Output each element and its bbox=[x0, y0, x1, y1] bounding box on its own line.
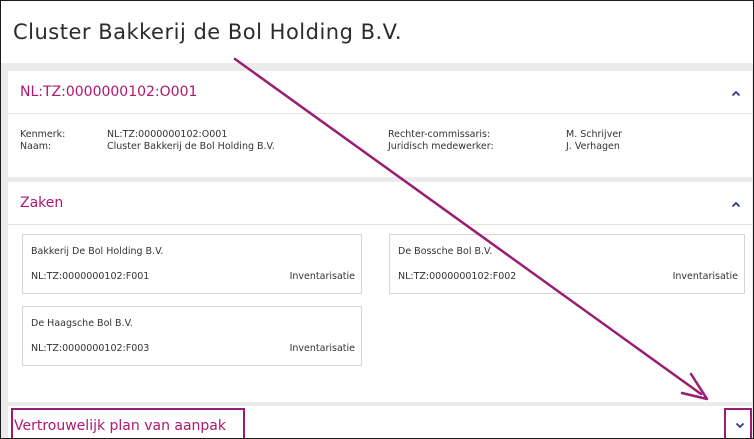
case-status: Inventarisatie bbox=[289, 343, 355, 354]
zaken-panel: Zaken Bakkerij De Bol Holding B.V. NL:TZ… bbox=[8, 182, 752, 402]
naam-value: Cluster Bakkerij de Bol Holding B.V. bbox=[107, 141, 275, 152]
page-title: Cluster Bakkerij de Bol Holding B.V. bbox=[13, 20, 403, 44]
juridisch-medewerker-value: J. Verhagen bbox=[566, 141, 620, 152]
rechter-commissaris-value: M. Schrijver bbox=[566, 129, 623, 140]
cluster-panel: NL:TZ:0000000102:O001 Kenmerk: NL:TZ:000… bbox=[8, 71, 752, 177]
kenmerk-value: NL:TZ:0000000102:O001 bbox=[107, 129, 228, 140]
case-card[interactable]: Bakkerij De Bol Holding B.V. NL:TZ:00000… bbox=[22, 234, 362, 294]
case-name: De Bossche Bol B.V. bbox=[398, 246, 493, 257]
case-card[interactable]: De Bossche Bol B.V. NL:TZ:0000000102:F00… bbox=[389, 234, 745, 294]
app-frame: Cluster Bakkerij de Bol Holding B.V. NL:… bbox=[0, 0, 754, 439]
title-bar: Cluster Bakkerij de Bol Holding B.V. bbox=[1, 1, 753, 63]
case-number: NL:TZ:0000000102:F001 bbox=[31, 271, 150, 282]
chevron-up-icon[interactable] bbox=[728, 196, 744, 212]
chevron-up-icon[interactable] bbox=[728, 85, 744, 101]
kenmerk-label: Kenmerk: bbox=[20, 129, 66, 140]
plan-title-highlight bbox=[11, 408, 245, 438]
case-card[interactable]: De Haagsche Bol B.V. NL:TZ:0000000102:F0… bbox=[22, 306, 362, 366]
case-name: Bakkerij De Bol Holding B.V. bbox=[31, 246, 164, 257]
case-name: De Haagsche Bol B.V. bbox=[31, 318, 133, 329]
juridisch-medewerker-label: Juridisch medewerker: bbox=[388, 141, 494, 152]
rechter-commissaris-label: Rechter-commissaris: bbox=[388, 129, 491, 140]
cluster-panel-title: NL:TZ:0000000102:O001 bbox=[20, 84, 198, 100]
expand-toggle-highlight bbox=[724, 408, 752, 438]
zaken-panel-header[interactable]: Zaken bbox=[8, 182, 752, 225]
case-number: NL:TZ:0000000102:F003 bbox=[31, 343, 150, 354]
naam-label: Naam: bbox=[20, 141, 52, 152]
case-status: Inventarisatie bbox=[289, 271, 355, 282]
case-number: NL:TZ:0000000102:F002 bbox=[398, 271, 517, 282]
zaken-panel-title: Zaken bbox=[20, 195, 64, 211]
case-status: Inventarisatie bbox=[672, 271, 738, 282]
cluster-panel-header[interactable]: NL:TZ:0000000102:O001 bbox=[8, 71, 752, 114]
